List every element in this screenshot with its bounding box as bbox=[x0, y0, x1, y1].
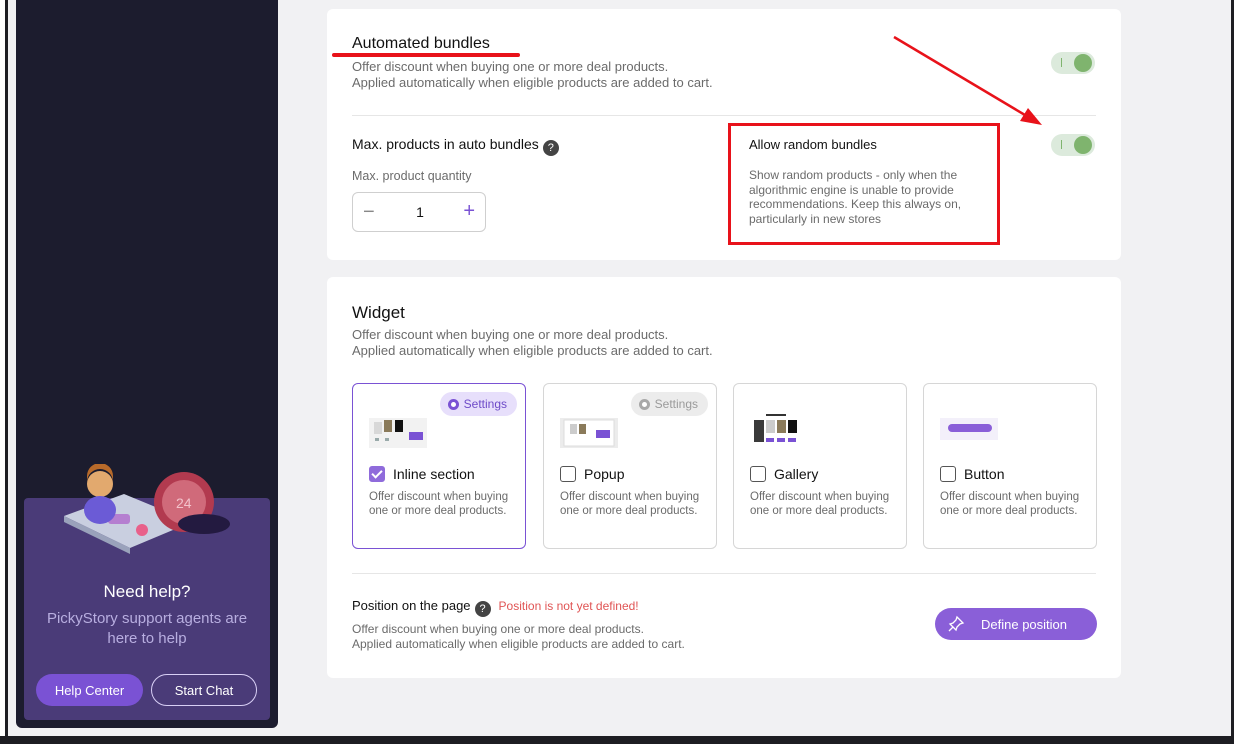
button-desc: Offer discount when buying one or more d… bbox=[940, 491, 1080, 517]
divider bbox=[352, 115, 1096, 116]
settings-button[interactable]: Settings bbox=[630, 392, 708, 416]
divider bbox=[352, 573, 1096, 574]
widget-title: Widget bbox=[352, 303, 405, 322]
position-label: Position on the page? Position is not yet… bbox=[352, 598, 639, 617]
max-quantity-label: Max. product quantity bbox=[352, 169, 472, 183]
sidebar: 24 Need help? PickyStory support agents … bbox=[16, 0, 278, 728]
gallery-label: Gallery bbox=[774, 466, 819, 482]
settings-button[interactable]: Settings bbox=[439, 392, 517, 416]
gear-icon bbox=[447, 398, 459, 410]
position-warning: Position is not yet defined! bbox=[498, 599, 639, 613]
inline-section-desc: Offer discount when buying one or more d… bbox=[369, 491, 509, 517]
start-chat-button[interactable]: Start Chat bbox=[151, 674, 257, 706]
help-icon[interactable]: ? bbox=[542, 140, 559, 156]
button-label: Button bbox=[964, 466, 1005, 482]
popup-checkbox[interactable] bbox=[560, 466, 576, 482]
help-subtitle: PickyStory support agents are here to he… bbox=[46, 610, 248, 647]
gallery-preview bbox=[754, 414, 797, 442]
automated-bundles-desc-1: Offer discount when buying one or more d… bbox=[352, 59, 669, 74]
gallery-checkbox[interactable] bbox=[750, 466, 766, 482]
svg-text:24: 24 bbox=[176, 495, 192, 511]
widget-option-popup[interactable]: Settings Popup Offer discount when buyin… bbox=[543, 383, 717, 549]
automated-bundles-desc-2: Applied automatically when eligible prod… bbox=[352, 75, 713, 90]
plus-icon[interactable]: + bbox=[463, 200, 475, 223]
window-frame-bottom bbox=[0, 736, 1234, 744]
max-products-label: Max. products in auto bundles? bbox=[352, 136, 559, 156]
automated-bundles-card: Automated bundles Offer discount when bu… bbox=[327, 9, 1121, 260]
support-agent-illustration: 24 bbox=[64, 464, 230, 554]
button-preview bbox=[940, 418, 998, 440]
window-frame-left bbox=[0, 0, 8, 744]
define-position-button[interactable]: Define position bbox=[935, 608, 1097, 640]
widget-card: Widget Offer discount when buying one or… bbox=[327, 277, 1121, 678]
position-desc-1: Offer discount when buying one or more d… bbox=[352, 622, 644, 636]
help-center-button[interactable]: Help Center bbox=[36, 674, 143, 706]
inline-section-label: Inline section bbox=[393, 466, 475, 482]
help-title: Need help? bbox=[103, 582, 191, 601]
widget-option-button[interactable]: Button Offer discount when buying one or… bbox=[923, 383, 1097, 549]
inline-section-checkbox[interactable] bbox=[369, 466, 385, 482]
inline-section-preview bbox=[369, 418, 427, 448]
widget-option-inline-section[interactable]: Settings Inline section Offer discount w… bbox=[352, 383, 526, 549]
popup-desc: Offer discount when buying one or more d… bbox=[560, 491, 700, 517]
gear-icon bbox=[638, 398, 650, 410]
popup-preview bbox=[560, 418, 618, 448]
position-desc-2: Applied automatically when eligible prod… bbox=[352, 637, 685, 651]
button-checkbox[interactable] bbox=[940, 466, 956, 482]
random-bundles-toggle[interactable] bbox=[1051, 134, 1095, 156]
gallery-desc: Offer discount when buying one or more d… bbox=[750, 491, 890, 517]
widget-desc-2: Applied automatically when eligible prod… bbox=[352, 343, 713, 358]
automated-bundles-toggle[interactable] bbox=[1051, 52, 1095, 74]
help-card: 24 Need help? PickyStory support agents … bbox=[24, 464, 270, 720]
help-icon[interactable]: ? bbox=[474, 601, 491, 617]
widget-desc-1: Offer discount when buying one or more d… bbox=[352, 327, 669, 342]
widget-option-gallery[interactable]: Gallery Offer discount when buying one o… bbox=[733, 383, 907, 549]
quantity-stepper: − 1 + bbox=[352, 192, 486, 232]
popup-label: Popup bbox=[584, 466, 625, 482]
annotation-box bbox=[728, 123, 1000, 245]
automated-bundles-title: Automated bundles bbox=[352, 35, 490, 52]
pin-icon bbox=[948, 615, 965, 632]
annotation-underline bbox=[332, 53, 520, 57]
